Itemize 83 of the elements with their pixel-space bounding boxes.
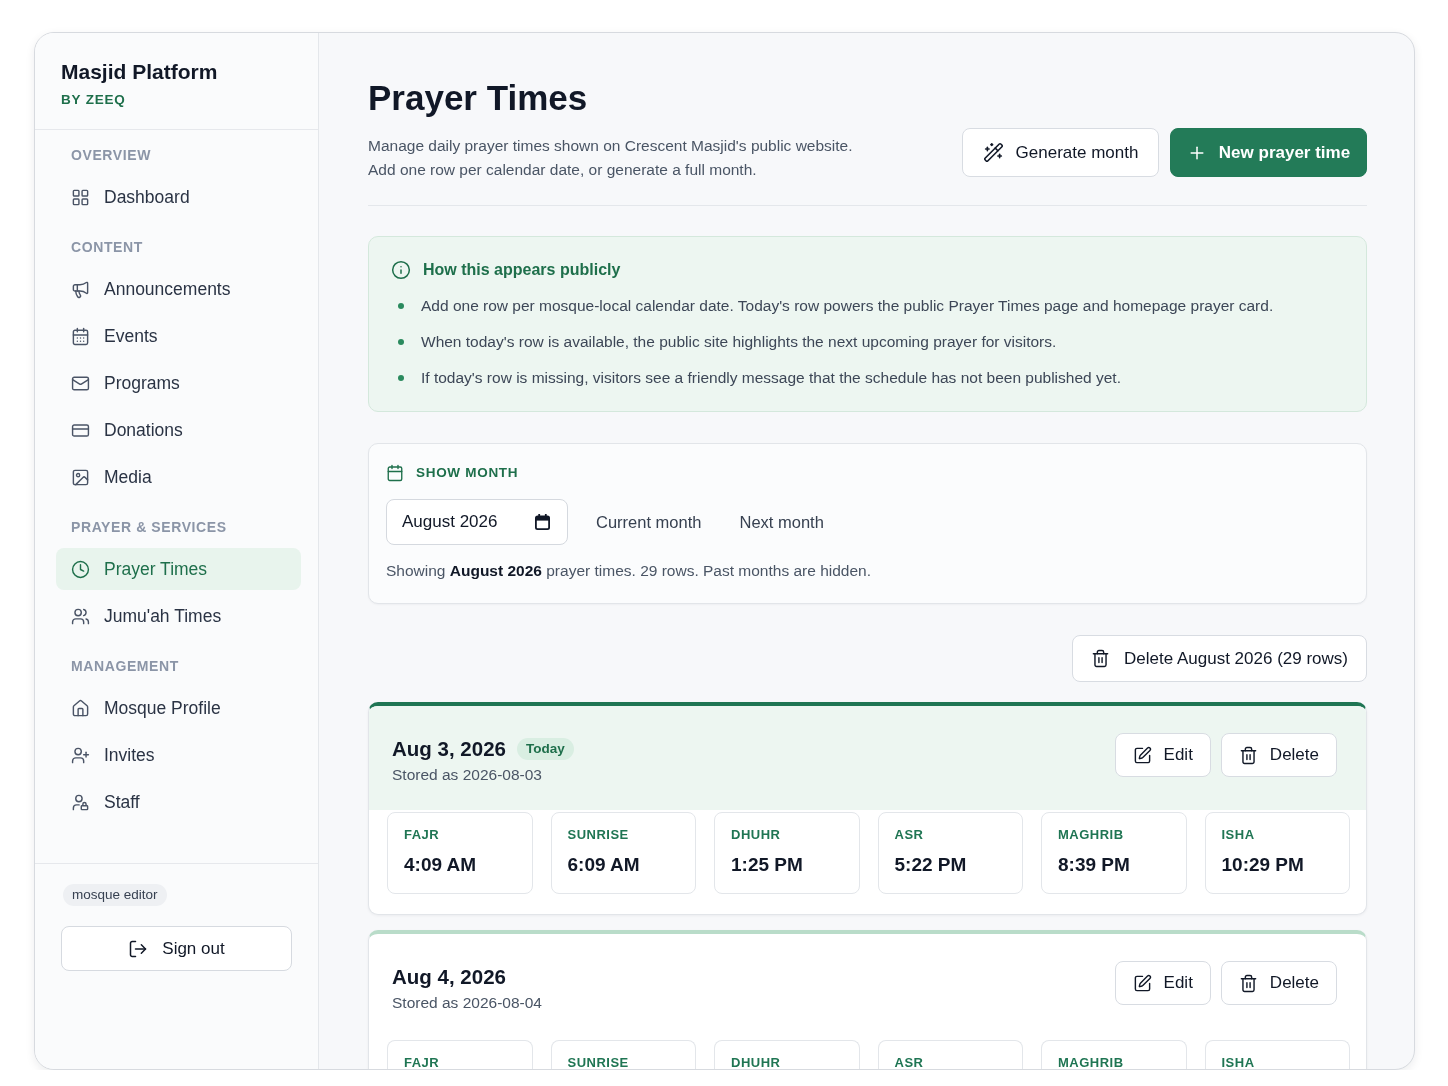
new-prayer-time-button[interactable]: New prayer time	[1170, 128, 1367, 177]
sidebar-item[interactable]: Announcements	[56, 268, 301, 310]
user-lock-icon	[71, 792, 90, 812]
prayer-name: ISHA	[1221, 1055, 1256, 1069]
megaphone-icon	[71, 279, 90, 299]
calendar-icon	[71, 326, 90, 346]
stored-date: Stored as 2026-08-03	[392, 765, 543, 785]
sidebar-item[interactable]: Donations	[56, 409, 301, 451]
info-icon	[391, 260, 411, 280]
trash-icon	[1091, 649, 1111, 668]
prayer-name: SUNRISE	[567, 827, 630, 843]
prayer-name: MAGHRIB	[1058, 827, 1125, 843]
prayer-time: 6:09 AM	[567, 853, 641, 877]
section-heading: OVERVIEW	[70, 146, 152, 165]
sidebar-item[interactable]: Prayer Times	[56, 548, 301, 590]
prayer-name: FAJR	[404, 1055, 441, 1069]
prayer-time: 8:39 PM	[1058, 853, 1131, 877]
day-date: Aug 3, 2026	[392, 736, 506, 762]
app-title: Masjid Platform	[61, 59, 219, 85]
notice-text: Add one row per mosque-local calendar date. Today's row powers the public Prayer Times page and homepage prayer card.	[421, 296, 1274, 316]
notice-text: When today's row is available, the public site highlights the next upcoming prayer for visitors.	[421, 332, 1057, 352]
delete-button[interactable]: Delete	[1220, 961, 1337, 1005]
delete-button[interactable]: Delete	[1220, 733, 1337, 777]
month-field[interactable]: August 2026	[386, 499, 568, 545]
prayer-time: 5:22 PM	[894, 853, 968, 877]
calendar-icon	[386, 464, 404, 482]
sidebar-item[interactable]: Mosque Profile	[56, 687, 301, 729]
trash-icon	[1238, 745, 1258, 765]
sidebar-item[interactable]: Media	[56, 456, 301, 498]
prayer-time: 4:09 AM	[404, 853, 478, 877]
sign-out-button[interactable]: Sign out	[61, 926, 292, 971]
bullet-dot-icon	[398, 303, 404, 309]
app-subtitle: BY ZEEQ	[61, 92, 127, 108]
calendar-icon[interactable]	[535, 514, 550, 530]
grid-icon	[71, 187, 90, 207]
prayer-name: ISHA	[1221, 827, 1256, 843]
month-link[interactable]: Next month	[727, 499, 836, 545]
edit-icon	[1132, 973, 1152, 993]
prayer-name: ASR	[894, 827, 925, 843]
magic-wand-icon	[982, 142, 1004, 163]
bullet-dot-icon	[398, 339, 404, 345]
sidebar-item[interactable]: Staff	[56, 781, 301, 823]
sign-out-icon	[128, 938, 149, 959]
house-icon	[71, 698, 90, 718]
bullet-dot-icon	[398, 375, 404, 381]
sidebar-item[interactable]: Programs	[56, 362, 301, 404]
prayer-name: MAGHRIB	[1058, 1055, 1125, 1069]
month-link[interactable]: Current month	[584, 499, 714, 545]
delete-month-button[interactable]: Delete August 2026 (29 rows)	[1072, 635, 1367, 682]
envelope-icon	[71, 373, 90, 393]
page-title: Prayer Times	[368, 77, 589, 119]
sidebar-item[interactable]: Dashboard	[56, 176, 301, 218]
edit-icon	[1132, 745, 1152, 765]
prayer-name: DHUHR	[731, 827, 782, 843]
image-icon	[71, 467, 90, 487]
prayer-name: ASR	[894, 1055, 925, 1069]
section-heading: MANAGEMENT	[70, 657, 180, 676]
edit-button[interactable]: Edit	[1114, 961, 1211, 1005]
day-date: Aug 4, 2026	[392, 964, 506, 990]
sidebar-item[interactable]: Events	[56, 315, 301, 357]
prayer-name: FAJR	[404, 827, 441, 843]
month-summary: Showing August 2026 prayer times. 29 rows. Past months are hidden.	[386, 561, 873, 581]
sidebar-item[interactable]: Jumu'ah Times	[56, 595, 301, 637]
stored-date: Stored as 2026-08-04	[392, 993, 542, 1013]
generate-month-button[interactable]: Generate month	[962, 128, 1159, 177]
prayer-name: DHUHR	[731, 1055, 782, 1069]
notice-text: If today's row is missing, visitors see a friendly message that the schedule has not been published yet.	[421, 368, 1121, 388]
prayer-time: 1:25 PM	[731, 853, 804, 877]
trash-icon	[1238, 973, 1258, 993]
people-icon	[71, 606, 90, 626]
prayer-time: 10:29 PM	[1221, 853, 1305, 877]
sidebar-item[interactable]: Invites	[56, 734, 301, 776]
user-plus-icon	[71, 745, 90, 765]
today-badge: Today	[516, 738, 574, 760]
section-heading: PRAYER & SERVICES	[70, 518, 228, 537]
section-heading: CONTENT	[70, 238, 144, 257]
edit-button[interactable]: Edit	[1114, 733, 1211, 777]
notice-title: How this appears publicly	[423, 260, 621, 280]
prayer-name: SUNRISE	[567, 1055, 630, 1069]
filter-heading: SHOW MONTH	[416, 464, 519, 482]
clock-icon	[71, 559, 90, 579]
page-description: Manage daily prayer times shown on Crescent Masjid's public website. Add one row per calendar date, or generate a full month.	[368, 136, 853, 180]
role-badge: mosque editor	[63, 884, 167, 906]
